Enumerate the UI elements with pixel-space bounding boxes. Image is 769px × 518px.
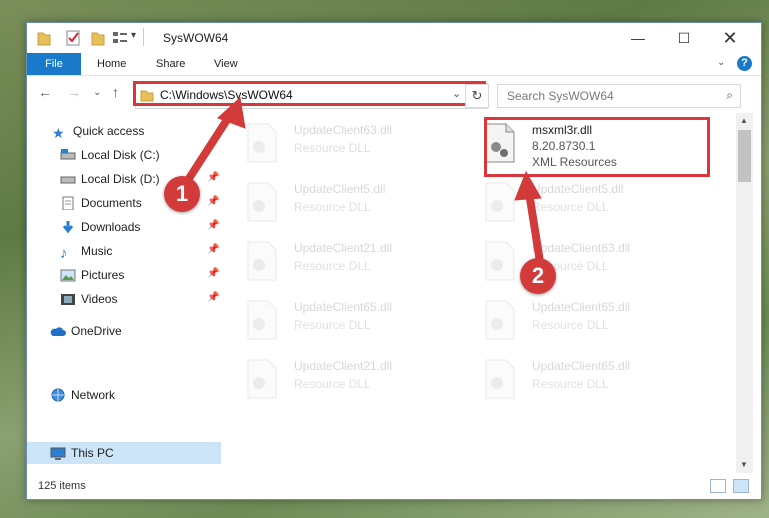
step-marker-one: 1 xyxy=(164,176,200,212)
step-marker-two: 2 xyxy=(520,258,556,294)
annotation-arrows xyxy=(184,97,544,266)
